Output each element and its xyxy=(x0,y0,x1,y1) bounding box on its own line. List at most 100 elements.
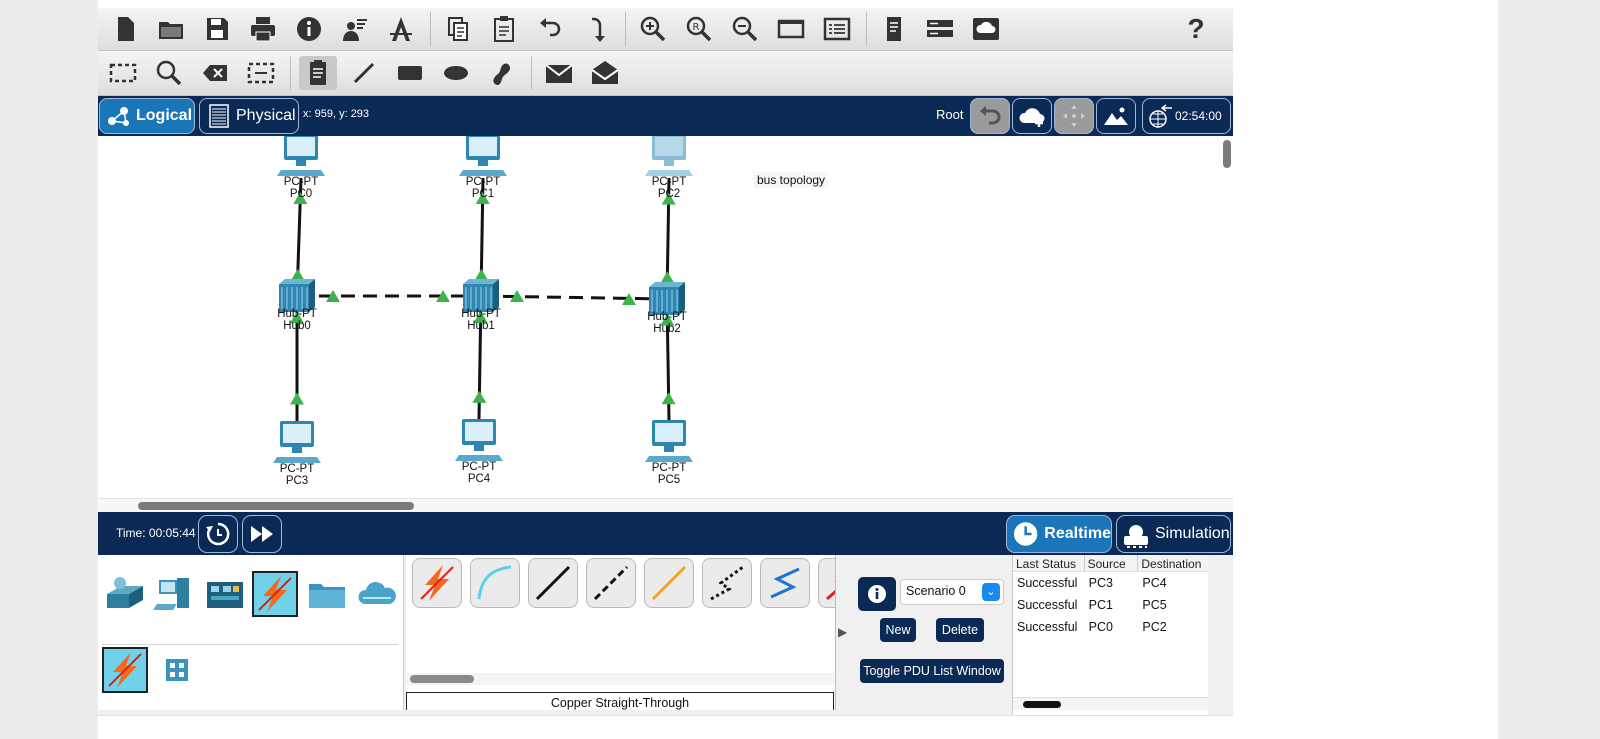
help-icon[interactable]: ? xyxy=(1177,12,1215,46)
resize-icon[interactable] xyxy=(242,56,280,90)
packet-tracer-window: R ? Logical Physical x: 959, y: 293 Root… xyxy=(98,0,1498,739)
table-row[interactable]: Successful PC1 PC5 xyxy=(1013,594,1208,616)
network-info-icon[interactable] xyxy=(382,12,420,46)
scenario-info-button[interactable] xyxy=(858,577,896,611)
collapse-panel-arrow[interactable]: ▶ xyxy=(838,625,850,639)
add-complex-pdu-icon[interactable] xyxy=(586,56,624,90)
simulation-mode-button[interactable]: Simulation xyxy=(1116,515,1231,553)
multiuser-category[interactable] xyxy=(354,571,400,617)
device-type-label: PC-PT xyxy=(465,176,501,188)
power-cycle-button[interactable] xyxy=(198,515,238,553)
inspect-icon[interactable] xyxy=(150,56,188,90)
back-button[interactable] xyxy=(970,98,1010,134)
console-cable-item[interactable] xyxy=(470,558,520,608)
delete-icon[interactable] xyxy=(196,56,234,90)
copy-icon[interactable] xyxy=(439,12,477,46)
viewport-icon[interactable] xyxy=(921,12,959,46)
print-icon[interactable] xyxy=(244,12,282,46)
straight-through-cable-icon xyxy=(535,565,571,601)
table-row[interactable]: Successful PC0 PC2 xyxy=(1013,616,1208,638)
fast-forward-button[interactable] xyxy=(242,515,282,553)
pc1-device[interactable] xyxy=(459,136,507,176)
pdu-scrollbar[interactable] xyxy=(1023,701,1061,708)
tab-physical[interactable]: Physical xyxy=(199,98,299,134)
miscellaneous-category[interactable] xyxy=(304,571,350,617)
components-category[interactable] xyxy=(202,571,248,617)
column-header[interactable]: Destination xyxy=(1138,555,1208,571)
workspace-horizontal-scrollbar[interactable] xyxy=(138,502,414,510)
pc3-device[interactable] xyxy=(273,421,321,463)
set-background-button[interactable] xyxy=(1096,98,1136,134)
fiber-item[interactable] xyxy=(644,558,694,608)
workspace-horizontal-scroll-track xyxy=(98,498,1233,512)
undo-icon[interactable] xyxy=(531,12,569,46)
network-link[interactable] xyxy=(480,294,668,301)
paste-icon[interactable] xyxy=(485,12,523,46)
structured-cabling-subcategory[interactable] xyxy=(154,647,200,693)
viewport-clock[interactable]: 02:54:00 xyxy=(1142,98,1231,134)
phone-cable-item[interactable] xyxy=(702,558,752,608)
rectangle-icon[interactable] xyxy=(391,56,429,90)
move-object-button[interactable] xyxy=(1054,98,1094,134)
save-icon[interactable] xyxy=(198,12,236,46)
note-icon[interactable] xyxy=(299,56,337,90)
end-devices-category[interactable] xyxy=(152,571,198,617)
workspace-vertical-scrollbar[interactable] xyxy=(1223,140,1231,168)
pc2-device[interactable] xyxy=(645,136,693,176)
device-type-label: Hub-PT xyxy=(277,308,317,320)
scenario-select[interactable]: Scenario 0 ⌄ xyxy=(900,579,1004,605)
zoom-out-icon[interactable] xyxy=(726,12,764,46)
network-devices-category[interactable] xyxy=(102,571,148,617)
connection-scrollbar[interactable] xyxy=(410,675,474,683)
redo-icon[interactable] xyxy=(577,12,615,46)
chevron-down-icon[interactable]: ⌄ xyxy=(982,583,1000,601)
column-header[interactable]: Last Status xyxy=(1013,555,1085,571)
hub2-label: Hub-PT Hub2 xyxy=(632,311,702,335)
scenario-panel: Scenario 0 ⌄ New Delete Toggle PDU List … xyxy=(854,555,1010,710)
move-arrows-icon xyxy=(1063,105,1085,127)
custom-devices-icon[interactable] xyxy=(818,12,856,46)
select-icon[interactable] xyxy=(104,56,142,90)
coaxial-cable-item[interactable] xyxy=(760,558,810,608)
hub0-label: Hub-PT Hub0 xyxy=(262,308,332,332)
drawing-palette-icon[interactable] xyxy=(772,12,810,46)
new-file-icon[interactable] xyxy=(106,12,144,46)
auto-connection-item[interactable] xyxy=(412,558,462,608)
ellipse-icon[interactable] xyxy=(437,56,475,90)
copper-cross-over-item[interactable] xyxy=(586,558,636,608)
open-folder-icon[interactable] xyxy=(152,12,190,46)
column-header[interactable]: Source xyxy=(1085,555,1139,571)
phone-cable-icon xyxy=(710,565,744,601)
tab-logical-label: Logical xyxy=(136,107,193,124)
pc5-device[interactable] xyxy=(645,420,693,462)
copper-straight-through-item[interactable] xyxy=(528,558,578,608)
logical-workspace[interactable]: bus topology PC-PT PC0 PC-PT PC1 PC-PT PC2 Hub… xyxy=(98,136,1233,512)
device-name-label: PC3 xyxy=(285,475,309,487)
add-simple-pdu-icon[interactable] xyxy=(540,56,578,90)
connections-subcategory[interactable] xyxy=(102,647,148,693)
freeform-icon[interactable] xyxy=(483,56,521,90)
activity-wizard-icon[interactable] xyxy=(336,12,374,46)
stopwatch-icon xyxy=(1124,525,1148,548)
pc4-device[interactable] xyxy=(455,419,503,461)
zoom-reset-icon[interactable]: R xyxy=(680,12,718,46)
toggle-pdu-list-button[interactable]: Toggle PDU List Window xyxy=(860,659,1004,683)
new-scenario-button[interactable]: New xyxy=(880,618,916,642)
notes-icon[interactable] xyxy=(875,12,913,46)
zoom-in-icon[interactable] xyxy=(634,12,672,46)
realtime-mode-button[interactable]: Realtime xyxy=(1006,515,1112,553)
line-icon[interactable] xyxy=(345,56,383,90)
delete-scenario-button[interactable]: Delete xyxy=(936,618,984,642)
cloud-config-icon[interactable] xyxy=(967,12,1005,46)
topology-note[interactable]: bus topology xyxy=(754,172,829,188)
serial-dce-item[interactable] xyxy=(818,558,835,608)
realtime-label: Realtime xyxy=(1044,525,1111,542)
new-cluster-button[interactable] xyxy=(1012,98,1052,134)
pc0-device[interactable] xyxy=(277,136,325,176)
info-icon[interactable] xyxy=(290,12,328,46)
link-up-indicator xyxy=(290,268,305,281)
tab-logical[interactable]: Logical xyxy=(99,98,195,134)
connections-category[interactable] xyxy=(252,571,298,617)
table-row[interactable]: Successful PC3 PC4 xyxy=(1013,572,1208,594)
device-name-label: PC2 xyxy=(657,188,681,200)
